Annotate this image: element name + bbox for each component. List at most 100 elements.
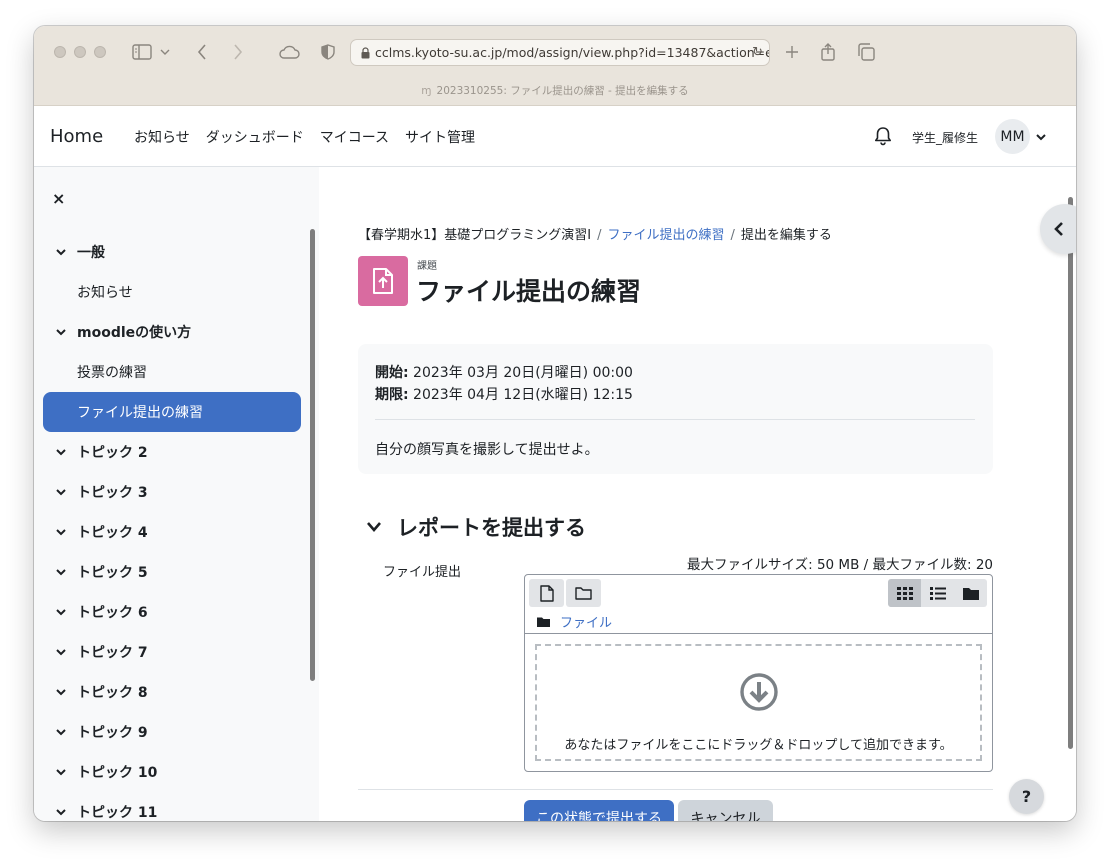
- submission-section-title: レポートを提出する: [397, 516, 586, 540]
- course-section-moodle-howto[interactable]: moodleの使い方: [43, 312, 301, 352]
- file-path-root-link[interactable]: ファイル: [560, 612, 612, 631]
- view-icons-button[interactable]: [888, 579, 921, 607]
- chevron-down-icon[interactable]: [55, 246, 67, 258]
- divider: [375, 419, 975, 420]
- chevron-down-icon[interactable]: [55, 606, 67, 618]
- course-section-topic-3[interactable]: トピック 3: [43, 472, 301, 512]
- file-icon: [539, 584, 554, 602]
- submission-section-header[interactable]: レポートを提出する: [367, 512, 586, 542]
- chevron-down-icon[interactable]: [55, 686, 67, 698]
- folder-icon: [575, 587, 592, 600]
- create-folder-button[interactable]: [566, 579, 601, 607]
- course-activity-label: 投票の練習: [77, 365, 147, 381]
- add-file-button[interactable]: [529, 579, 564, 607]
- new-tab-icon[interactable]: [780, 40, 804, 64]
- breadcrumb-activity-link[interactable]: ファイル提出の練習: [608, 228, 725, 243]
- course-activity-file-submission-practice[interactable]: ファイル提出の練習: [43, 392, 301, 432]
- cloud-icon[interactable]: [276, 40, 302, 64]
- breadcrumb-separator: /: [730, 228, 735, 243]
- due-date: 期限: 2023年 04月 12日(水曜日) 12:15: [375, 384, 633, 404]
- user-menu-chevron-down-icon[interactable]: [1035, 128, 1049, 142]
- course-section-label: トピック 11: [77, 805, 158, 821]
- chevron-down-icon[interactable]: [55, 566, 67, 578]
- open-block-drawer-button[interactable]: [1040, 204, 1076, 254]
- tab-title: ɱ 2023310255: ファイル提出の練習 - 提出を編集する: [34, 83, 1076, 98]
- divider: [358, 789, 993, 790]
- chevron-down-icon[interactable]: [367, 522, 381, 532]
- breadcrumb-separator: /: [597, 228, 602, 243]
- course-section-topic-2[interactable]: トピック 2: [43, 432, 301, 472]
- close-window-button[interactable]: [54, 46, 66, 58]
- chevron-down-icon[interactable]: [55, 526, 67, 538]
- lock-icon: [361, 47, 370, 62]
- course-section-label: トピック 2: [77, 445, 148, 461]
- breadcrumb-course[interactable]: 【春学期水1】基礎プログラミング演習I: [358, 228, 591, 243]
- chevron-down-icon[interactable]: [55, 726, 67, 738]
- shield-icon[interactable]: [316, 40, 340, 64]
- list-icon: [929, 586, 946, 600]
- course-section-topic-9[interactable]: トピック 9: [43, 712, 301, 752]
- assignment-upload-icon: [358, 256, 408, 306]
- course-section-topic-4[interactable]: トピック 4: [43, 512, 301, 552]
- open-date-value: 2023年 03月 20日(月曜日) 00:00: [408, 365, 633, 381]
- nav-link-announcements[interactable]: お知らせ: [134, 127, 190, 147]
- breadcrumb-current: 提出を編集する: [740, 228, 832, 243]
- user-name[interactable]: 学生_履修生: [912, 129, 978, 146]
- main-scrollbar[interactable]: [1068, 197, 1073, 749]
- course-section-topic-11[interactable]: トピック 11: [43, 792, 301, 821]
- chevron-down-icon[interactable]: [55, 446, 67, 458]
- main-content: 【春学期水1】基礎プログラミング演習I / ファイル提出の練習 / 提出を編集する 課題…: [319, 167, 1076, 821]
- close-drawer-icon[interactable]: ×: [52, 189, 65, 208]
- chevron-down-icon[interactable]: [55, 766, 67, 778]
- save-submission-button[interactable]: この状態で提出する: [524, 800, 674, 821]
- course-section-topic-8[interactable]: トピック 8: [43, 672, 301, 712]
- course-section-label: トピック 6: [77, 605, 148, 621]
- moodle-favicon-icon: ɱ: [421, 85, 432, 97]
- cancel-button[interactable]: キャンセル: [678, 800, 773, 821]
- brand-home-link[interactable]: Home: [50, 126, 103, 147]
- file-submission-label: ファイル提出: [383, 565, 462, 580]
- view-details-button[interactable]: [921, 579, 954, 607]
- course-activity-poll-practice[interactable]: 投票の練習: [43, 352, 301, 392]
- nav-link-dashboard[interactable]: ダッシュボード: [206, 127, 304, 147]
- minimize-window-button[interactable]: [74, 46, 86, 58]
- course-section-topic-7[interactable]: トピック 7: [43, 632, 301, 672]
- browser-window: cclms.kyoto-su.ac.jp/mod/assign/view.php…: [34, 26, 1076, 821]
- file-dropzone[interactable]: あなたはファイルをここにドラッグ＆ドロップして追加できます。: [535, 644, 982, 761]
- chevron-down-icon[interactable]: [55, 646, 67, 658]
- nav-link-my-courses[interactable]: マイコース: [320, 127, 389, 147]
- course-section-topic-5[interactable]: トピック 5: [43, 552, 301, 592]
- zoom-window-button[interactable]: [94, 46, 106, 58]
- help-button[interactable]: ?: [1009, 779, 1044, 814]
- reload-icon[interactable]: ↻: [752, 45, 763, 60]
- chevron-down-icon[interactable]: [55, 806, 67, 818]
- browser-titlebar: cclms.kyoto-su.ac.jp/mod/assign/view.php…: [34, 26, 1076, 106]
- drawer-scrollbar[interactable]: [310, 229, 315, 681]
- share-icon[interactable]: [816, 40, 840, 64]
- notification-bell-icon[interactable]: [874, 126, 894, 146]
- chevron-down-icon[interactable]: [55, 486, 67, 498]
- chevron-down-icon[interactable]: [158, 40, 172, 64]
- course-section-label: 一般: [77, 245, 105, 261]
- course-section-label: トピック 7: [77, 645, 148, 661]
- course-activity-announcements[interactable]: お知らせ: [43, 272, 301, 312]
- chevron-down-icon[interactable]: [55, 326, 67, 338]
- forward-icon[interactable]: [226, 40, 250, 64]
- sidebar-toggle-icon[interactable]: [130, 40, 154, 64]
- folder-solid-icon: [537, 617, 550, 627]
- top-navbar: Home お知らせ ダッシュボード マイコース サイト管理 学生_履修生 MM: [34, 106, 1076, 167]
- primary-navigation: お知らせ ダッシュボード マイコース サイト管理: [134, 127, 475, 147]
- back-icon[interactable]: [190, 40, 214, 64]
- course-section-label: moodleの使い方: [77, 325, 192, 341]
- file-path: ファイル: [537, 612, 612, 631]
- course-section-topic-6[interactable]: トピック 6: [43, 592, 301, 632]
- url-bar[interactable]: cclms.kyoto-su.ac.jp/mod/assign/view.php…: [350, 39, 770, 66]
- user-avatar[interactable]: MM: [995, 119, 1030, 154]
- course-section-label: トピック 5: [77, 565, 148, 581]
- course-section-general[interactable]: 一般: [43, 232, 301, 272]
- course-section-label: トピック 3: [77, 485, 148, 501]
- course-section-topic-10[interactable]: トピック 10: [43, 752, 301, 792]
- nav-link-site-admin[interactable]: サイト管理: [405, 127, 475, 147]
- view-tree-button[interactable]: [954, 579, 987, 607]
- tabs-overview-icon[interactable]: [854, 40, 878, 64]
